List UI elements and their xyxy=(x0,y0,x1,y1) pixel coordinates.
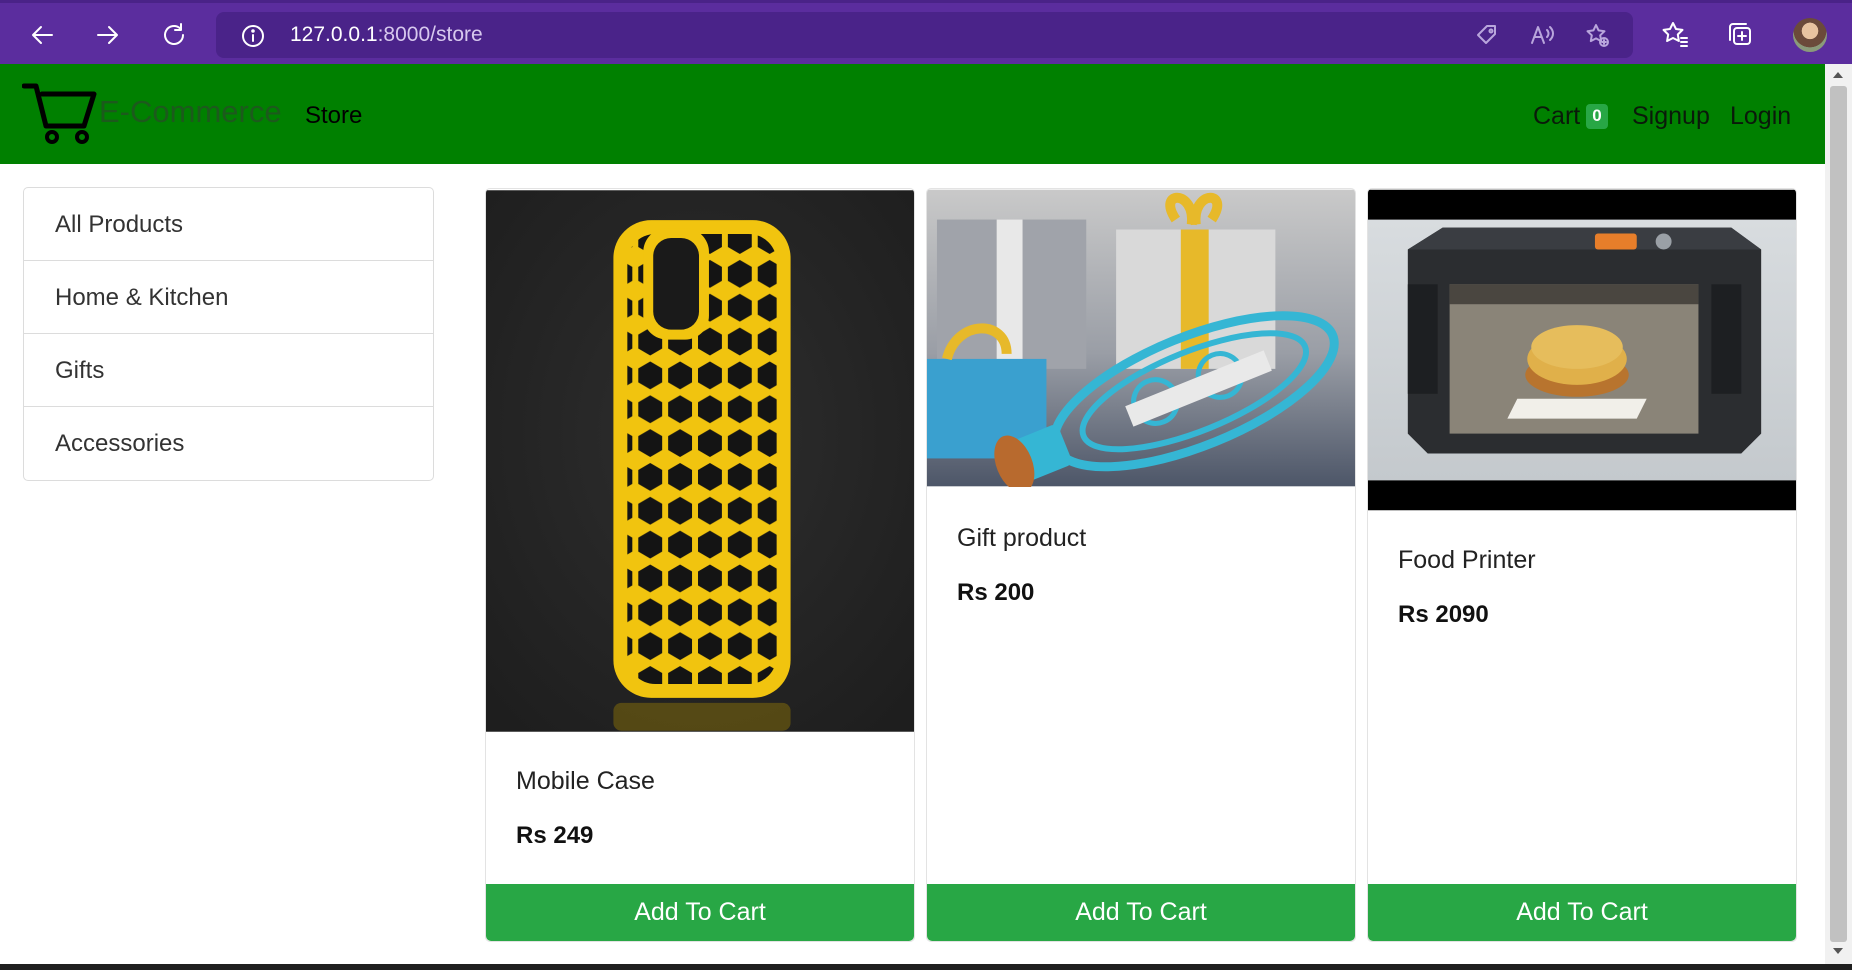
product-image-mobile-case[interactable] xyxy=(486,189,914,733)
url-text[interactable]: 127.0.0.1:8000/store xyxy=(290,23,483,47)
reload-icon xyxy=(164,23,184,45)
scroll-up-arrow[interactable] xyxy=(1833,72,1843,78)
url-host: 127.0.0.1 xyxy=(290,23,378,46)
back-button[interactable] xyxy=(22,15,62,55)
reload-button[interactable] xyxy=(154,15,194,55)
product-image-gift-product[interactable] xyxy=(927,189,1355,487)
url-path: :8000/store xyxy=(377,23,483,46)
add-to-cart-button[interactable]: Add To Cart xyxy=(1368,884,1796,941)
collections-icon[interactable] xyxy=(1725,19,1755,49)
window-bottom-edge xyxy=(0,964,1852,970)
product-price: Rs 200 xyxy=(957,579,1035,606)
site-navbar: E-Commerce Store Cart 0 Signup Login xyxy=(0,64,1825,164)
product-price: Rs 249 xyxy=(516,822,594,849)
nav-link-login[interactable]: Login xyxy=(1730,102,1791,131)
favorites-icon[interactable] xyxy=(1660,19,1690,49)
category-home-kitchen[interactable]: Home & Kitchen xyxy=(24,261,433,334)
add-to-cart-button[interactable]: Add To Cart xyxy=(486,884,914,941)
scroll-down-arrow[interactable] xyxy=(1833,948,1843,954)
product-name: Food Printer xyxy=(1398,546,1536,574)
product-image-food-printer[interactable] xyxy=(1368,189,1796,511)
product-card: Mobile Case Rs 249 Add To Cart xyxy=(485,188,915,942)
site-info-icon[interactable] xyxy=(240,23,266,49)
nav-link-store[interactable]: Store xyxy=(305,102,362,130)
forward-button[interactable] xyxy=(88,15,128,55)
product-name: Gift product xyxy=(957,524,1087,552)
arrow-left-icon xyxy=(32,26,53,44)
product-price: Rs 2090 xyxy=(1398,601,1489,628)
profile-avatar[interactable] xyxy=(1793,18,1827,52)
category-list: All Products Home & Kitchen Gifts Access… xyxy=(23,187,434,481)
brand-name[interactable]: E-Commerce xyxy=(99,94,282,130)
page-scrollbar[interactable] xyxy=(1825,64,1852,964)
cart-count-badge: 0 xyxy=(1586,104,1608,129)
product-card: Food Printer Rs 2090 Add To Cart xyxy=(1367,188,1797,942)
nav-link-signup[interactable]: Signup xyxy=(1632,102,1710,131)
read-aloud-icon[interactable] xyxy=(1529,22,1555,48)
product-name: Mobile Case xyxy=(516,767,655,795)
browser-toolbar: 127.0.0.1:8000/store xyxy=(0,0,1852,64)
arrow-right-icon xyxy=(97,26,118,44)
category-all-products[interactable]: All Products xyxy=(24,188,433,261)
add-favorite-icon[interactable] xyxy=(1584,22,1610,48)
shopping-cart-icon[interactable] xyxy=(22,80,100,146)
product-card: Gift product Rs 200 Add To Cart xyxy=(926,188,1356,942)
tag-icon[interactable] xyxy=(1474,22,1500,48)
category-accessories[interactable]: Accessories xyxy=(24,407,433,480)
nav-link-cart[interactable]: Cart 0 xyxy=(1533,102,1608,131)
scroll-thumb[interactable] xyxy=(1830,86,1847,942)
address-bar[interactable]: 127.0.0.1:8000/store xyxy=(216,12,1633,58)
category-gifts[interactable]: Gifts xyxy=(24,334,433,407)
cart-label: Cart xyxy=(1533,102,1581,130)
add-to-cart-button[interactable]: Add To Cart xyxy=(927,884,1355,941)
